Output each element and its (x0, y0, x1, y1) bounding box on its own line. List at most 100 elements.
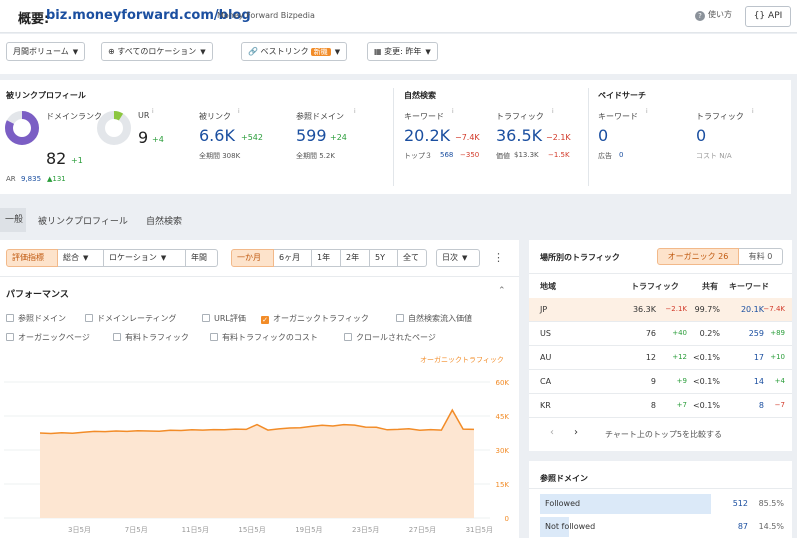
refdomain-row: Followed 512 85.5% (540, 494, 784, 514)
range-2y[interactable]: 2年 (341, 249, 370, 267)
divider (393, 88, 394, 186)
volume-label: 月間ボリューム (13, 47, 69, 56)
range-1m[interactable]: 一か月 (231, 249, 274, 267)
check-paid-cost[interactable]: 有料トラフィックのコスト (210, 332, 318, 343)
info-icon: i (646, 108, 648, 115)
keywords-cell[interactable]: 20.1K (741, 305, 764, 314)
table-row[interactable]: US 76 +40 0.2% 259 +89 (529, 322, 792, 346)
y-tick-label: 0 (505, 515, 509, 523)
api-button[interactable]: {} API (745, 6, 791, 27)
check-crawled[interactable]: クロールされたページ (344, 332, 436, 343)
top3-value[interactable]: 568 (440, 151, 453, 159)
check-url-rating[interactable]: URL評価 (202, 313, 246, 324)
traffic-delta: +7 (676, 401, 687, 409)
chip-annual[interactable]: 年間 (186, 249, 218, 267)
paid-traffic-value[interactable]: 0 (696, 126, 706, 145)
toggle-organic[interactable]: オーガニック 26 (657, 248, 739, 265)
best-links-dropdown[interactable]: 🔗 ベストリンク 新機 ▼ (241, 42, 348, 61)
dr-value[interactable]: 82 (46, 149, 66, 168)
table-row[interactable]: AU 12 +12 <0.1% 17 +10 (529, 346, 792, 370)
check-dr[interactable]: ドメインレーティング (85, 313, 177, 324)
traffic-cell[interactable]: 12 (646, 353, 656, 362)
interval-dropdown[interactable]: 日次 ▼ (436, 249, 480, 267)
caret-down-icon: ▼ (72, 48, 79, 56)
caret-down-icon: ▼ (200, 48, 206, 56)
tab-general[interactable]: 一般 (0, 208, 26, 232)
divider (529, 273, 792, 274)
range-5y[interactable]: 5Y (370, 249, 398, 267)
new-badge: 新機 (310, 48, 331, 56)
table-row[interactable]: KR 8 +7 <0.1% 8 −7 (529, 394, 792, 418)
check-label: オーガニックページ (18, 333, 90, 342)
check-label: オーガニックトラフィック (273, 314, 369, 323)
compare-dropdown[interactable]: ▦ 変更: 昨年 ▼ (367, 42, 438, 61)
top3-delta: −350 (460, 151, 480, 159)
toggle-paid[interactable]: 有料 0 (739, 248, 783, 265)
domain-rating-gauge (5, 111, 39, 145)
chip-overall[interactable]: 総合 ▼ (58, 249, 104, 267)
keywords-cell[interactable]: 17 (754, 353, 764, 362)
compare-label: 変更: 昨年 (384, 47, 422, 56)
ar-value[interactable]: 9,835 (21, 175, 41, 183)
chip-location[interactable]: ロケーション ▼ (104, 249, 186, 267)
refdomain-label: Not followed (545, 522, 596, 531)
divider (529, 488, 792, 489)
refdomain-value[interactable]: 512 (733, 499, 748, 508)
info-icon: i (752, 108, 754, 115)
ar-label: AR (6, 175, 16, 183)
paid-keywords-value[interactable]: 0 (598, 126, 608, 145)
refdomains-title: 参照ドメイン (540, 474, 588, 483)
ref-domains-value[interactable]: 599 (296, 126, 327, 145)
chip-metrics[interactable]: 評価指標 (6, 249, 58, 267)
ads-value[interactable]: 0 (619, 151, 623, 159)
organic-traffic-value[interactable]: 36.5K (496, 126, 542, 145)
traffic-cell[interactable]: 8 (651, 401, 656, 410)
range-6m[interactable]: 6ヶ月 (274, 249, 312, 267)
x-tick-label: 11日5月 (182, 526, 209, 534)
traffic-delta: +9 (676, 377, 687, 385)
check-organic-value[interactable]: 自然検索流入価値 (396, 313, 472, 324)
next-icon[interactable]: › (574, 427, 578, 438)
info-icon: i (152, 108, 154, 115)
paid-keywords-label: キーワード (598, 112, 638, 121)
range-all[interactable]: 全て (398, 249, 427, 267)
chart-legend: オーガニックトラフィック (420, 356, 504, 364)
collapse-icon[interactable]: ⌃ (498, 286, 506, 296)
range-1y[interactable]: 1年 (312, 249, 341, 267)
check-ref-domains[interactable]: 参照ドメイン (6, 313, 66, 324)
keywords-cell[interactable]: 259 (749, 329, 764, 338)
compare-top5-link[interactable]: チャート上のトップ5を比較する (605, 429, 722, 440)
refdomain-value[interactable]: 87 (738, 522, 748, 531)
check-organic-traffic[interactable]: ✓ オーガニックトラフィック (261, 313, 369, 324)
location-label: すべてのロケーション (117, 47, 197, 56)
organic-keywords-value[interactable]: 20.2K (404, 126, 450, 145)
backlinks-value[interactable]: 6.6K (199, 126, 235, 145)
volume-dropdown[interactable]: 月間ボリューム ▼ (6, 42, 86, 61)
keywords-delta: +10 (770, 353, 785, 361)
tab-backlinks[interactable]: 被リンクプロフィール (38, 214, 128, 227)
site-name: Money Forward Bizpedia (217, 11, 315, 20)
paid-section-title: ペイドサーチ (598, 91, 646, 100)
more-icon[interactable]: ⋮ (493, 251, 504, 264)
traffic-cell[interactable]: 36.3K (633, 305, 656, 314)
check-paid-traffic[interactable]: 有料トラフィック (113, 332, 189, 343)
check-organic-pages[interactable]: オーガニックページ (6, 332, 90, 343)
x-tick-label: 7日5月 (125, 526, 148, 534)
country-cell: KR (540, 401, 551, 410)
check-label: クロールされたページ (356, 333, 436, 342)
table-row[interactable]: CA 9 +9 <0.1% 14 +4 (529, 370, 792, 394)
prev-icon[interactable]: ‹ (550, 427, 554, 438)
table-row[interactable]: JP 36.3K −2.1K 99.7% 20.1K −7.4K (529, 298, 792, 322)
tab-organic[interactable]: 自然検索 (146, 214, 182, 227)
paid-traffic-label: トラフィック (696, 112, 744, 121)
caret-down-icon: ▼ (425, 48, 431, 56)
traffic-cell[interactable]: 9 (651, 377, 656, 386)
traffic-cell[interactable]: 76 (646, 329, 656, 338)
ur-value[interactable]: 9 (138, 128, 148, 147)
keywords-cell[interactable]: 14 (754, 377, 764, 386)
top-bar: 概要: biz.moneyforward.com/blog Money Forw… (0, 0, 797, 33)
location-dropdown[interactable]: ⊕ すべてのロケーション ▼ (101, 42, 213, 61)
help-link[interactable]: ? 使い方 (695, 9, 732, 21)
keywords-cell[interactable]: 8 (759, 401, 764, 410)
ads-label: 広告 (598, 152, 612, 160)
